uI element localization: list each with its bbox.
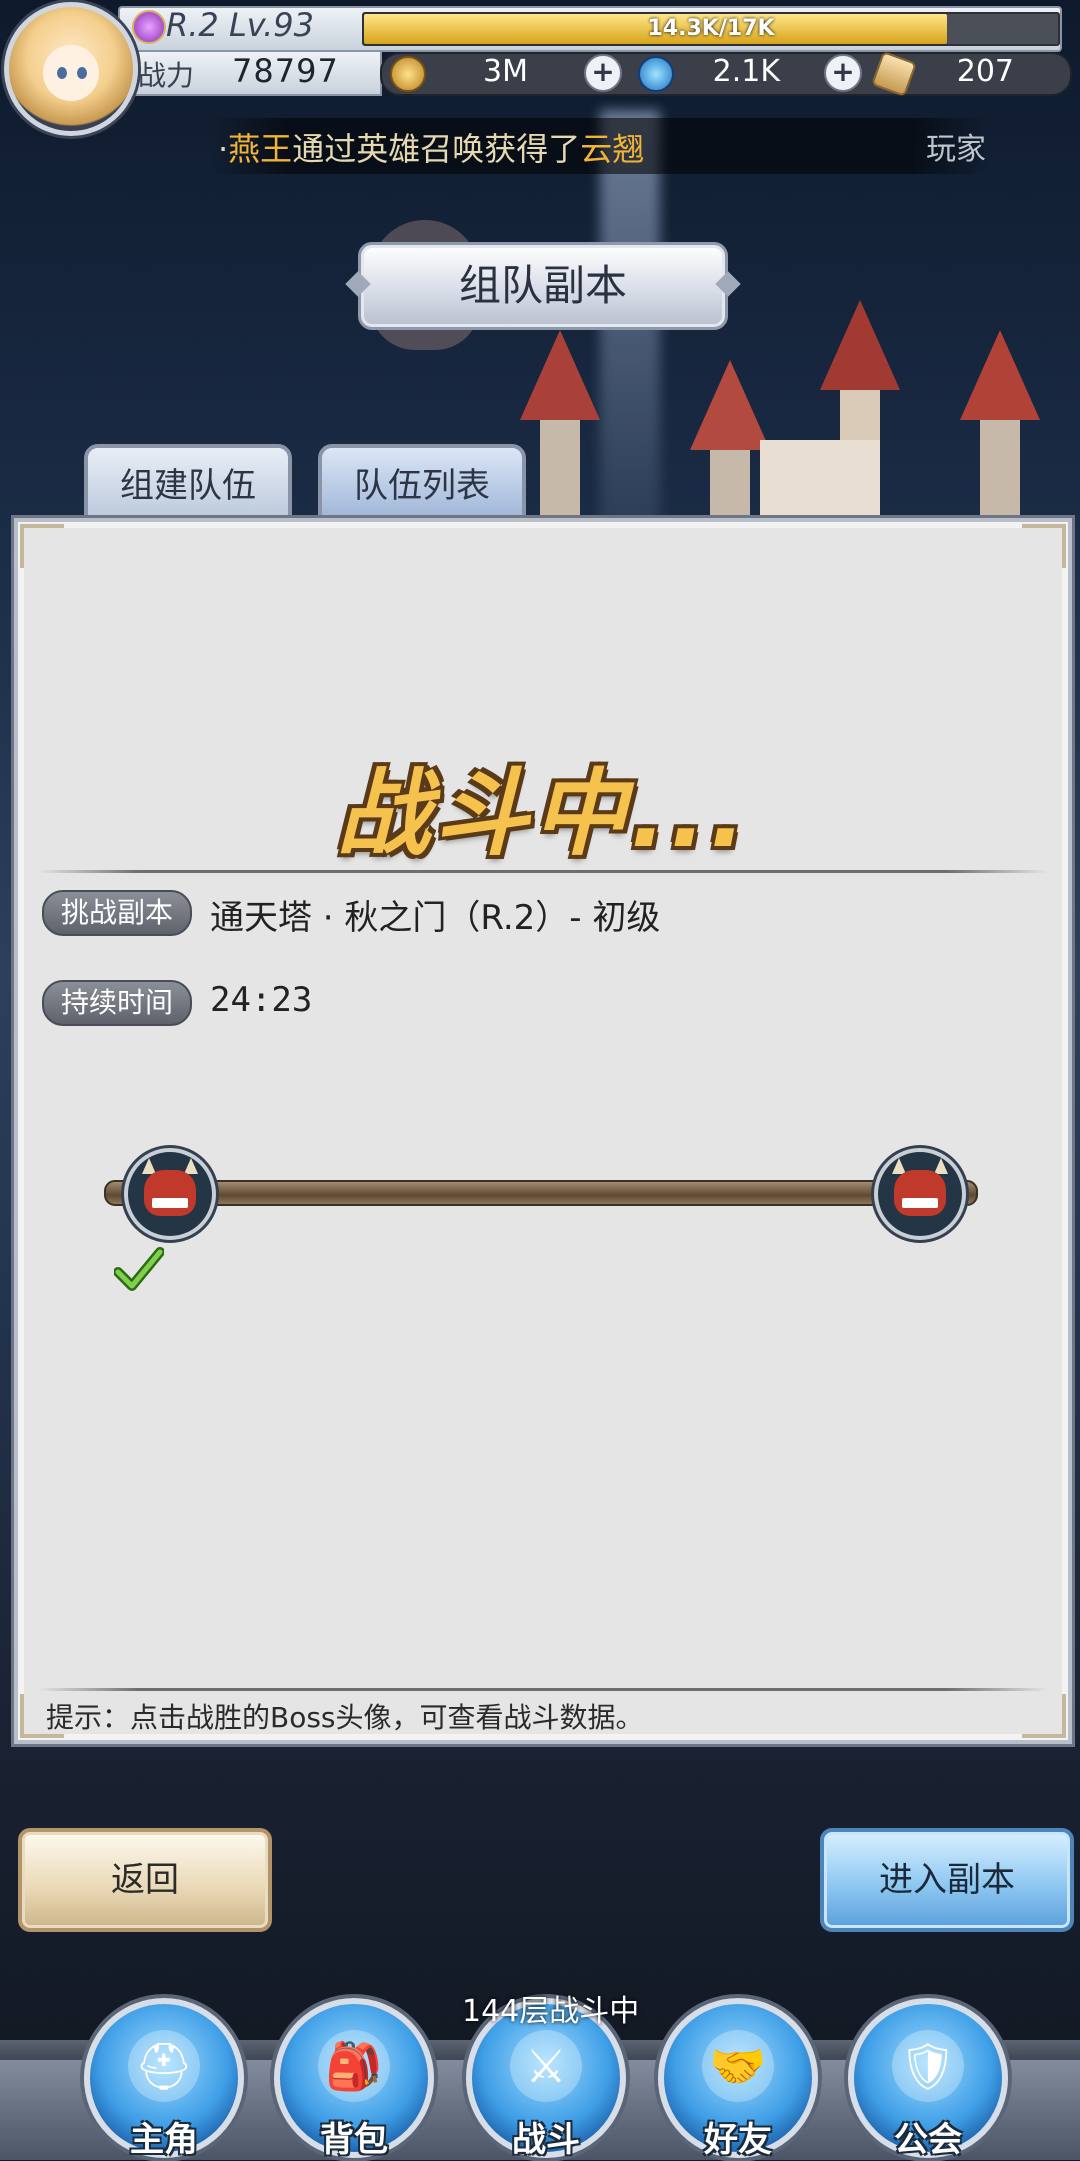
dungeon-label: 挑战副本 (42, 890, 192, 936)
power-label: 战力 (138, 59, 195, 92)
backpack-icon: 🎒 (318, 2030, 390, 2102)
nav-friends-label: 好友 (704, 2120, 772, 2160)
guild-crest-icon: 🛡 (892, 2030, 964, 2102)
rank-gem-icon (132, 10, 166, 44)
page-title-plate: 组队副本 (358, 242, 728, 330)
battle-floor-badge: 144层战斗中 (462, 1994, 640, 2029)
boss-1-avatar[interactable] (124, 1148, 216, 1240)
boss-progress-track (104, 1180, 978, 1206)
exp-bar: 14.3K/17K (362, 12, 1060, 46)
gem-value: 2.1K (712, 54, 780, 89)
duration-value: 24:23 (210, 980, 313, 1020)
boss-2-avatar[interactable] (874, 1148, 966, 1240)
gold-value: 3M (483, 54, 528, 89)
tab-team-list[interactable]: 队伍列表 (318, 444, 526, 528)
panel-corner-ornament (1022, 1694, 1066, 1738)
battle-status-title: 战斗中... (336, 760, 750, 869)
announcement-text: ·燕王通过英雄召唤获得了云翘 (218, 130, 645, 168)
top-hud: R.2 Lv.93 14.3K/17K 战力 78797 3M + 2.1K +… (0, 0, 1080, 136)
add-gold-button[interactable]: + (584, 54, 622, 92)
player-avatar[interactable] (4, 2, 138, 136)
panel-corner-ornament (1022, 524, 1066, 568)
dungeon-panel: 战斗中... 挑战副本 通天塔 · 秋之门（R.2）- 初级 持续时间 24:2… (14, 518, 1072, 1744)
panel-corner-ornament (20, 524, 64, 568)
rank-level-text: R.2 Lv.93 (166, 6, 314, 44)
ticket-value: 207 (956, 54, 1014, 89)
add-gem-button[interactable]: + (824, 54, 862, 92)
knight-helmet-icon: ⛑ (128, 2030, 200, 2102)
back-button[interactable]: 返回 (18, 1828, 272, 1932)
nav-bag[interactable]: 🎒 背包 (274, 1998, 434, 2160)
nav-hero-label: 主角 (130, 2120, 198, 2160)
announcement-next-text: 玩家 (926, 132, 986, 167)
divider (38, 870, 1048, 873)
hint-text: 提示：点击战胜的Boss头像，可查看战斗数据。 (46, 1701, 644, 1734)
divider (38, 1688, 1048, 1691)
nav-friends[interactable]: 🤝 好友 (658, 1998, 818, 2160)
duration-label: 持续时间 (42, 980, 192, 1026)
enter-dungeon-button[interactable]: 进入副本 (820, 1828, 1074, 1932)
crossed-swords-icon: ⚔ (510, 2030, 582, 2102)
nav-bag-label: 背包 (320, 2120, 388, 2160)
handshake-icon: 🤝 (702, 2030, 774, 2102)
exp-text: 14.3K/17K (647, 16, 775, 41)
nav-guild-label: 公会 (894, 2120, 962, 2160)
nav-guild[interactable]: 🛡 公会 (848, 1998, 1008, 2160)
power-value: 78797 (232, 52, 339, 90)
tab-create-team[interactable]: 组建队伍 (84, 444, 292, 528)
dungeon-value: 通天塔 · 秋之门（R.2）- 初级 (210, 898, 661, 938)
nav-battle-label: 战斗 (512, 2120, 580, 2160)
nav-hero[interactable]: ⛑ 主角 (84, 1998, 244, 2160)
boss-defeated-check-icon (114, 1247, 164, 1291)
page-title: 组队副本 (458, 261, 627, 310)
